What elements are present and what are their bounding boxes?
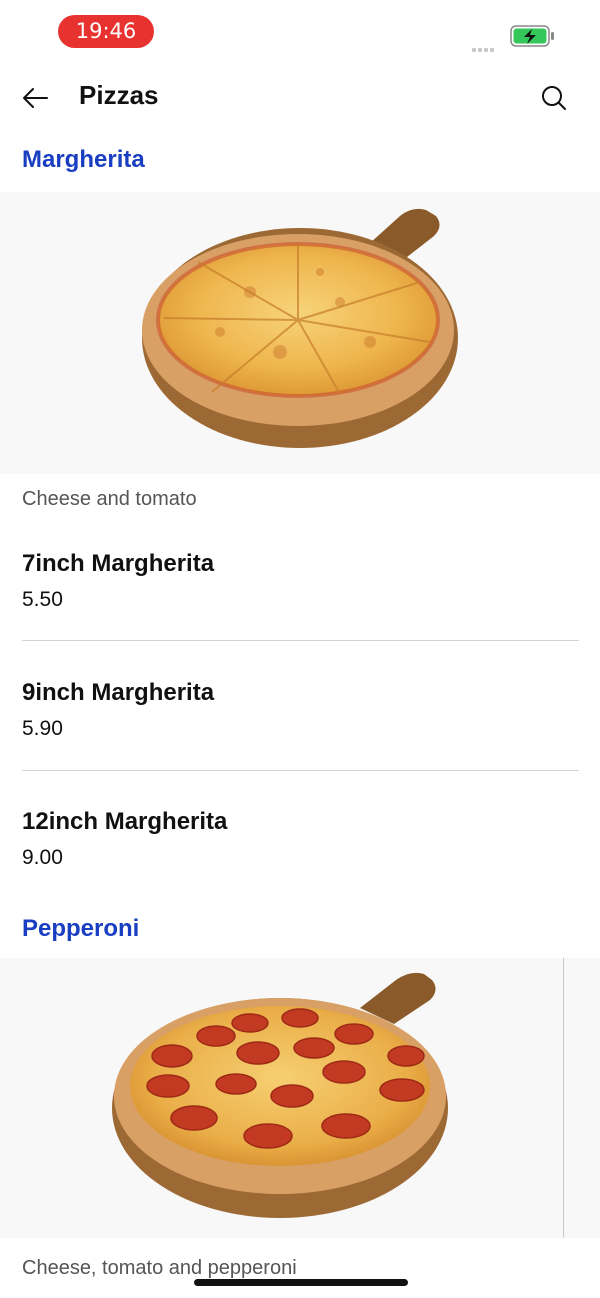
divider xyxy=(22,640,579,641)
section-title-margherita: Margherita xyxy=(22,146,145,173)
menu-item[interactable]: 7inch Margherita 5.50 xyxy=(22,550,579,612)
status-time: 19:46 xyxy=(58,15,154,48)
pepperoni-image xyxy=(0,958,600,1238)
item-price: 5.50 xyxy=(22,588,63,611)
app-bar: Pizzas xyxy=(0,64,600,132)
back-arrow-icon[interactable] xyxy=(20,83,50,113)
divider xyxy=(22,770,579,771)
section-title-pepperoni: Pepperoni xyxy=(22,915,140,942)
status-bar: 19:46 xyxy=(0,0,600,64)
scroll-indicator xyxy=(563,958,564,1238)
item-name: 7inch Margherita xyxy=(22,550,215,577)
item-price: 5.90 xyxy=(22,717,63,740)
margherita-image xyxy=(0,192,600,474)
home-indicator[interactable] xyxy=(194,1279,408,1286)
margherita-description: Cheese and tomato xyxy=(22,488,197,510)
pepperoni-description: Cheese, tomato and pepperoni xyxy=(22,1257,297,1279)
item-name: 9inch Margherita xyxy=(22,679,215,706)
signal-icon xyxy=(472,39,496,57)
item-name: 12inch Margherita xyxy=(22,808,228,835)
item-price: 9.00 xyxy=(22,846,63,869)
menu-item[interactable]: 12inch Margherita 9.00 xyxy=(22,808,579,870)
search-icon[interactable] xyxy=(539,83,569,113)
page-title: Pizzas xyxy=(79,80,159,110)
battery-charging-icon xyxy=(510,25,554,47)
menu-item[interactable]: 9inch Margherita 5.90 xyxy=(22,679,579,741)
